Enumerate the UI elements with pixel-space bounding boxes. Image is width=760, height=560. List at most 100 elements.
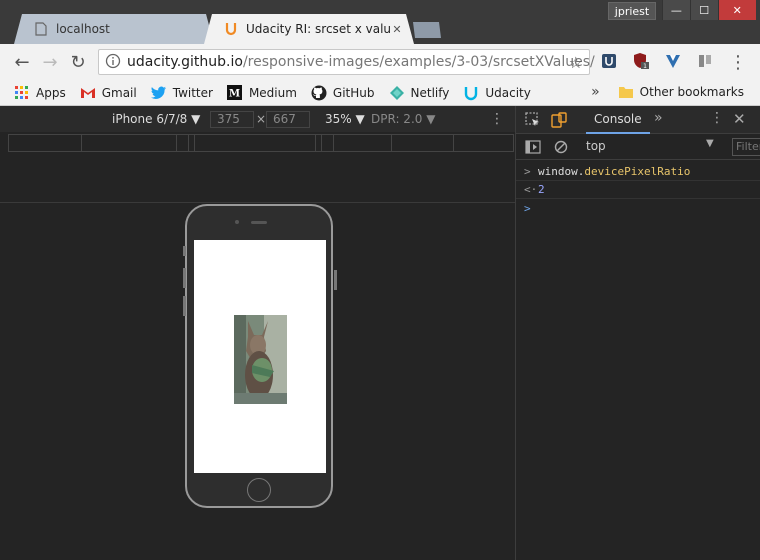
bookmark-github[interactable]: GitHub <box>311 85 375 101</box>
device-viewport: iPhone 6/7/8 ▼ 375 × 667 35% ▼ DPR: 2.0 … <box>0 106 515 560</box>
device-screen[interactable] <box>194 240 326 473</box>
url-path: /responsive-images/examples/3-03/srcsetX… <box>242 54 595 70</box>
wallaby-image <box>234 315 287 404</box>
minimize-button[interactable]: — <box>662 0 690 20</box>
divider <box>0 202 515 203</box>
device-more-options-button[interactable]: ⋮ <box>490 111 504 127</box>
window-controls: — ☐ ✕ <box>662 0 756 20</box>
device-frame <box>183 204 337 508</box>
twitter-icon <box>150 85 167 101</box>
bookmark-twitter[interactable]: Twitter <box>150 85 213 101</box>
bookmarks-right: » Other bookmarks <box>591 84 744 100</box>
bookmark-udacity[interactable]: Udacity <box>463 85 531 101</box>
bookmark-apps[interactable]: Apps <box>14 85 66 101</box>
device-toolbar-toggle-icon[interactable] <box>550 111 568 129</box>
bookmark-medium[interactable]: M Medium <box>227 85 297 101</box>
title-bar: localhost Udacity RI: srcset x values ✕ … <box>0 0 760 44</box>
devtools-panel: Console » ⋮ ✕ top ▼ Filter > window.devi… <box>515 106 760 560</box>
dpr-value: DPR: 2.0 <box>371 112 423 126</box>
udacity-icon <box>224 22 238 36</box>
more-panels-button[interactable]: » <box>654 110 663 126</box>
devtools-tabbar: Console » ⋮ ✕ <box>516 106 760 134</box>
forward-button[interactable]: → <box>36 48 64 76</box>
profile-button[interactable]: jpriest <box>608 2 656 20</box>
chevron-down-icon: ▼ <box>426 112 436 126</box>
page-icon <box>34 22 48 36</box>
tab-localhost[interactable]: localhost <box>14 14 214 44</box>
console-result-line: <· 2 <box>516 181 760 199</box>
device-name: iPhone 6/7/8 <box>112 112 188 126</box>
zoom-select[interactable]: 35% ▼ <box>325 112 365 126</box>
home-button <box>247 478 271 502</box>
device-height-input[interactable]: 667 <box>266 111 310 128</box>
bookmark-star-icon[interactable]: ☆ <box>569 53 583 72</box>
console-sidebar-icon[interactable] <box>524 138 542 156</box>
apps-grid-icon <box>14 85 30 101</box>
chevron-down-icon: ▼ <box>706 138 714 149</box>
chevron-down-icon: ▼ <box>355 112 365 126</box>
udacity-icon <box>463 85 479 101</box>
bookmark-netlify[interactable]: Netlify <box>389 85 450 101</box>
url-text: udacity.github.io/responsive-images/exam… <box>127 54 595 70</box>
bookmark-label: Apps <box>36 85 66 100</box>
result-value[interactable]: 2 <box>538 183 545 196</box>
other-bookmarks[interactable]: Other bookmarks <box>618 84 744 100</box>
device-select[interactable]: iPhone 6/7/8 ▼ <box>112 112 200 126</box>
console-input[interactable]: > <box>516 199 760 217</box>
console-filter-input[interactable]: Filter <box>732 138 760 156</box>
github-icon <box>311 85 327 101</box>
bookmark-label: Medium <box>248 85 297 100</box>
maximize-button[interactable]: ☐ <box>689 0 718 20</box>
svg-text:M: M <box>229 89 240 100</box>
media-query-bar[interactable] <box>8 134 514 152</box>
device-toolbar: iPhone 6/7/8 ▼ 375 × 667 35% ▼ DPR: 2.0 … <box>0 106 515 132</box>
close-devtools-button[interactable]: ✕ <box>733 110 746 128</box>
speaker <box>251 221 267 224</box>
execution-context-select[interactable]: top <box>586 139 606 153</box>
netlify-icon <box>389 85 405 101</box>
tab-title: localhost <box>56 22 110 36</box>
command-object: window. <box>538 165 585 178</box>
bookmark-label: Gmail <box>101 85 137 100</box>
inspect-element-icon[interactable] <box>524 111 542 129</box>
bookmark-label: Udacity <box>485 85 531 100</box>
chrome-menu-button[interactable]: ⋮ <box>724 48 752 76</box>
dimension-separator: × <box>256 112 267 126</box>
volume-up <box>183 268 186 288</box>
volume-down <box>183 296 186 316</box>
reload-button[interactable]: ↻ <box>64 48 92 76</box>
tab-title: Udacity RI: srcset x values <box>246 22 390 36</box>
front-camera <box>235 220 239 224</box>
chevron-down-icon: ▼ <box>191 112 201 126</box>
devtools-menu-button[interactable]: ⋮ <box>710 110 724 126</box>
ublock-icon[interactable]: 1 <box>632 52 650 70</box>
input-prompt-icon: > <box>524 165 531 178</box>
bookmark-label: GitHub <box>332 85 375 100</box>
info-icon[interactable] <box>105 53 121 72</box>
new-tab-button[interactable] <box>407 22 441 38</box>
bookmarks-overflow-button[interactable]: » <box>591 84 600 100</box>
bookmark-label: Netlify <box>410 85 450 100</box>
console-caret-icon: > <box>524 201 531 215</box>
folder-icon <box>618 84 634 100</box>
extension-gray-icon[interactable] <box>696 52 714 70</box>
address-bar[interactable]: udacity.github.io/responsive-images/exam… <box>98 49 595 75</box>
clear-console-icon[interactable] <box>552 138 570 156</box>
mute-switch <box>183 246 186 256</box>
bookmark-label: Twitter <box>172 85 213 100</box>
tab-udacity[interactable]: Udacity RI: srcset x values ✕ <box>204 14 414 44</box>
dpr-select[interactable]: DPR: 2.0 ▼ <box>371 112 435 126</box>
close-window-button[interactable]: ✕ <box>717 0 756 20</box>
extension-udacity-icon[interactable] <box>600 52 618 70</box>
close-tab-icon[interactable]: ✕ <box>390 22 404 36</box>
tab-console[interactable]: Console <box>586 106 650 134</box>
bookmarks-bar: Apps Gmail Twitter M Medium GitHub Netli… <box>0 80 760 106</box>
vue-devtools-icon[interactable] <box>664 52 682 70</box>
back-button[interactable]: ← <box>8 48 36 76</box>
command-property: devicePixelRatio <box>584 165 691 178</box>
console-command-line: > window. devicePixelRatio <box>516 163 760 181</box>
url-host: udacity.github.io <box>127 54 243 70</box>
gmail-icon <box>80 85 96 101</box>
bookmark-gmail[interactable]: Gmail <box>80 85 137 101</box>
device-width-input[interactable]: 375 <box>210 111 254 128</box>
